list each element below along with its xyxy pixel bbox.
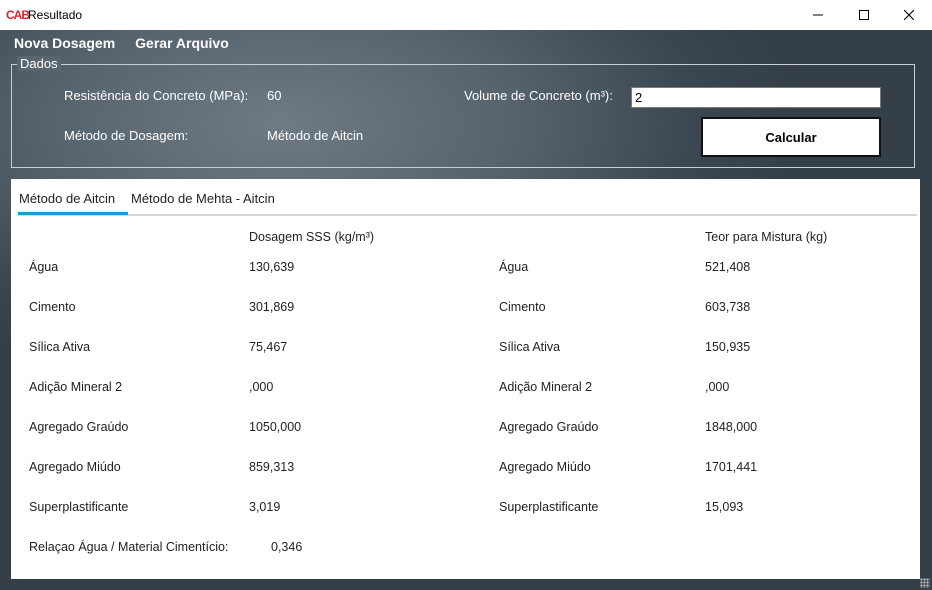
window-title: Resultado: [28, 8, 83, 22]
row-sss-value: ,000: [249, 380, 274, 394]
row-mix-value: 1701,441: [705, 460, 758, 474]
menu-bar: Nova Dosagem Gerar Arquivo: [14, 35, 229, 51]
row-label-mix: Agregado Graúdo: [499, 420, 599, 434]
maximize-icon: [859, 10, 869, 20]
menu-gerar-arquivo[interactable]: Gerar Arquivo: [135, 35, 229, 51]
row-mix-value: 1848,000: [705, 420, 758, 434]
row-label: Cimento: [29, 300, 76, 314]
teor-mistura-header: Teor para Mistura (kg): [705, 230, 828, 244]
row-sss-value: 301,869: [249, 300, 295, 314]
resistencia-value: 60: [267, 88, 282, 103]
row-mix-value: 521,408: [705, 260, 751, 274]
main-area: Nova Dosagem Gerar Arquivo Dados Resistê…: [0, 30, 932, 590]
calcular-button[interactable]: Calcular: [701, 117, 881, 157]
row-label-mix: Água: [499, 260, 529, 274]
row-sss-value: 859,313: [249, 460, 295, 474]
row-sss-value: 130,639: [249, 260, 295, 274]
tab-metodo-aitcin[interactable]: Método de Aitcin: [19, 191, 115, 206]
row-mix-value: 150,935: [705, 340, 751, 354]
row-label: Água: [29, 260, 59, 274]
tab-strip-divider: [18, 214, 917, 216]
maximize-button[interactable]: [841, 0, 887, 30]
dados-legend: Dados: [17, 56, 61, 71]
menu-nova-dosagem[interactable]: Nova Dosagem: [14, 35, 115, 51]
relacao-value: 0,346: [271, 540, 303, 554]
row-label: Sílica Ativa: [29, 340, 91, 354]
row-label: Superplastificante: [29, 500, 129, 514]
row-label-mix: Agregado Miúdo: [499, 460, 591, 474]
minimize-button[interactable]: [795, 0, 841, 30]
row-label: Agregado Miúdo: [29, 460, 121, 474]
row-mix-value: ,000: [705, 380, 730, 394]
minimize-icon: [813, 14, 823, 16]
row-sss-value: 1050,000: [249, 420, 302, 434]
resize-grip-icon[interactable]: [920, 578, 930, 588]
row-mix-value: 603,738: [705, 300, 751, 314]
resistencia-label: Resistência do Concreto (MPa):: [64, 88, 249, 103]
tab-metodo-mehta-aitcin[interactable]: Método de Mehta - Aitcin: [131, 191, 275, 206]
volume-label: Volume de Concreto (m³):: [464, 88, 613, 103]
results-panel: Método de Aitcin Método de Mehta - Aitci…: [11, 179, 920, 579]
metodo-label: Método de Dosagem:: [64, 128, 189, 143]
row-mix-value: 15,093: [705, 500, 744, 514]
row-label-mix: Cimento: [499, 300, 546, 314]
row-label-mix: Adição Mineral 2: [499, 380, 593, 394]
row-label-mix: Superplastificante: [499, 500, 599, 514]
row-label: Agregado Graúdo: [29, 420, 129, 434]
title-bar: CAB Resultado: [0, 0, 932, 30]
relacao-label: Relaçao Água / Material Cimentício:: [29, 540, 229, 554]
row-label: Adição Mineral 2: [29, 380, 123, 394]
dosagem-sss-header: Dosagem SSS (kg/m³): [249, 230, 375, 244]
close-button[interactable]: [886, 0, 932, 30]
active-tab-indicator: [18, 212, 128, 215]
app-logo-icon: CAB: [6, 8, 30, 22]
row-label-mix: Sílica Ativa: [499, 340, 561, 354]
metodo-value: Método de Aitcin: [267, 128, 364, 143]
close-icon: [904, 10, 914, 20]
row-sss-value: 75,467: [249, 340, 288, 354]
volume-input[interactable]: 2: [631, 87, 881, 108]
row-sss-value: 3,019: [249, 500, 281, 514]
